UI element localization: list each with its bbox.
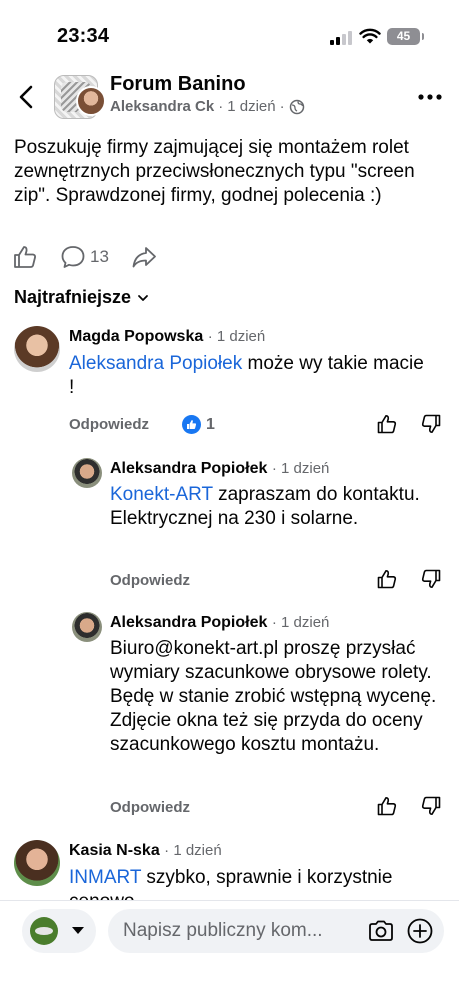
comment-time: · 1 dzień (271, 460, 330, 477)
plus-circle-icon[interactable] (406, 917, 434, 945)
dislike-icon[interactable] (420, 568, 442, 590)
profile-avatar (30, 917, 58, 945)
mention-link[interactable]: INMART (69, 867, 141, 888)
meta-separator-2: · (279, 98, 285, 115)
back-arrow-icon[interactable] (12, 82, 42, 112)
like-icon[interactable] (376, 413, 398, 435)
meta-separator: · (218, 98, 224, 115)
comment-text: INMART szybko, sprawnie i korzystnie cen… (69, 866, 429, 900)
comment-time: · 1 dzień (271, 614, 330, 631)
dislike-icon[interactable] (420, 795, 442, 817)
post-header: Forum Banino Aleksandra Ck · 1 dzień · (0, 70, 459, 128)
status-bar: 23:34 45 (0, 0, 459, 70)
group-name[interactable]: Forum Banino (110, 73, 246, 96)
caret-down-icon (72, 927, 84, 934)
comment-text: Biuro@konekt-art.pl proszę przysłać wymi… (110, 638, 437, 755)
reply-button[interactable]: Odpowiedz (110, 799, 190, 816)
like-reaction-icon (182, 415, 201, 434)
profile-selector[interactable] (22, 909, 96, 953)
post-author[interactable]: Aleksandra Ck (110, 98, 214, 115)
chevron-down-icon (138, 294, 148, 301)
post-actions: 13 (12, 243, 179, 271)
share-button[interactable] (131, 244, 157, 270)
post-time: 1 dzień (227, 98, 276, 115)
post-meta: Aleksandra Ck · 1 dzień · (110, 98, 305, 115)
reply-comment: Aleksandra Popiołek · 1 dzień Biuro@kone… (0, 610, 459, 820)
commenter-avatar[interactable] (14, 326, 60, 372)
globe-icon (289, 99, 304, 114)
comment-text: Konekt-ART zapraszam do kontaktu. Elektr… (110, 483, 445, 531)
like-icon[interactable] (376, 568, 398, 590)
status-time: 23:34 (57, 25, 110, 47)
post-text: Poszukuję firmy zajmującej się montażem … (14, 137, 415, 206)
reply-button[interactable]: Odpowiedz (69, 416, 149, 433)
commenter-name[interactable]: Aleksandra Popiołek (110, 460, 267, 477)
reply-comment: Aleksandra Popiołek · 1 dzień Konekt-ART… (0, 456, 459, 596)
commenter-name[interactable]: Kasia N-ska (69, 842, 160, 859)
commenter-name[interactable]: Aleksandra Popiołek (110, 614, 267, 631)
commenter-name[interactable]: Magda Popowska (69, 328, 203, 345)
more-icon[interactable] (417, 84, 443, 110)
wifi-icon (359, 28, 381, 44)
sort-label: Najtrafniejsze (14, 287, 132, 307)
comment-time: · 1 dzień (164, 842, 222, 859)
camera-icon[interactable] (368, 919, 394, 943)
battery-indicator: 45 (387, 28, 424, 45)
dislike-icon[interactable] (420, 413, 442, 435)
commenter-avatar[interactable] (14, 840, 60, 886)
like-icon[interactable] (376, 795, 398, 817)
like-button[interactable] (12, 244, 38, 270)
comment-count: 13 (90, 247, 109, 266)
comment-sort-selector[interactable]: Najtrafniejsze (14, 287, 149, 308)
mention-link[interactable]: Konekt-ART (110, 484, 213, 505)
like-icon (14, 246, 36, 268)
mention-link[interactable]: Aleksandra Popiołek (69, 353, 242, 374)
comment-button[interactable]: 13 (60, 244, 109, 270)
reply-button[interactable]: Odpowiedz (110, 572, 190, 589)
cellular-signal-icon (330, 29, 352, 45)
comment-composer (0, 900, 459, 998)
comment: Magda Popowska · 1 dzień Aleksandra Popi… (0, 324, 459, 444)
reaction-summary[interactable]: 1 (182, 415, 215, 434)
commenter-avatar[interactable] (72, 458, 102, 488)
reaction-count: 1 (206, 415, 215, 433)
comment-icon (61, 246, 85, 268)
comment: Kasia N-ska · 1 dzień INMART szybko, spr… (0, 838, 459, 900)
comment-text: Aleksandra Popiołek może wy takie macie … (69, 352, 429, 400)
commenter-avatar[interactable] (72, 612, 102, 642)
comment-time: · 1 dzień (207, 328, 266, 345)
share-icon (132, 247, 156, 268)
author-avatar[interactable] (76, 86, 106, 116)
